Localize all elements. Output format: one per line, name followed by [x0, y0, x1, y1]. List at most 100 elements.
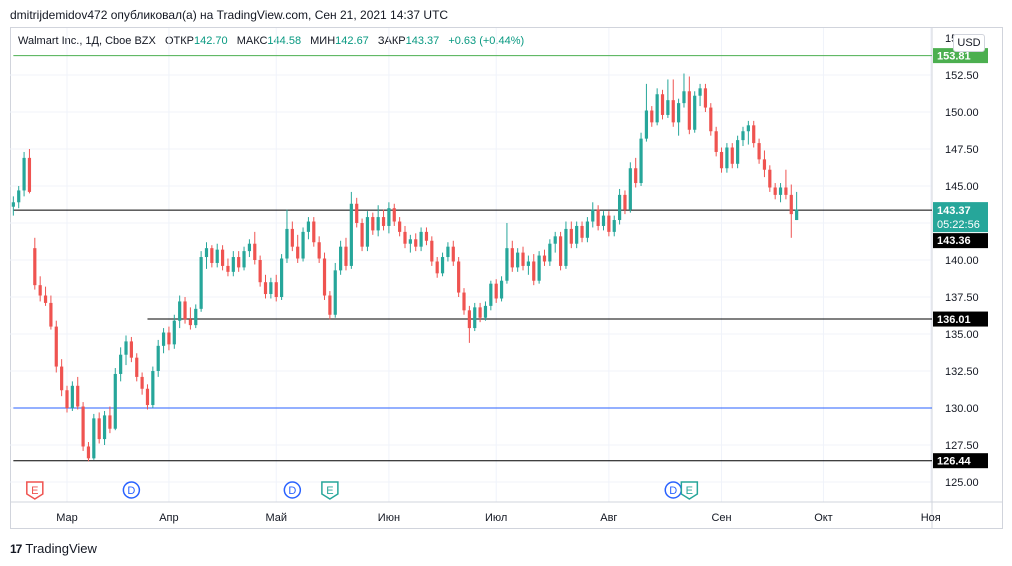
- y-tick-label: 132.50: [945, 366, 979, 378]
- bar-countdown-label: 05:22:56: [937, 219, 980, 231]
- candle-body: [317, 242, 321, 259]
- candle-body: [274, 282, 278, 297]
- candle-body: [719, 151, 724, 169]
- candle-body: [575, 225, 579, 244]
- currency-badge[interactable]: USD: [953, 34, 985, 52]
- candle-body: [65, 390, 69, 408]
- candle-body: [762, 159, 767, 170]
- candle-body: [263, 282, 268, 295]
- candle-body: [108, 415, 112, 429]
- candle-body: [161, 332, 166, 346]
- candle-body: [730, 147, 734, 164]
- candle-body: [580, 225, 584, 238]
- candle-body: [709, 107, 713, 132]
- y-tick-label: 130.00: [945, 403, 979, 415]
- candle-body: [247, 243, 252, 252]
- candle-body: [27, 157, 32, 192]
- candle-body: [467, 310, 471, 329]
- price-chart[interactable]: 125.00 127.50 130.00 132.50 135.00 137.50 140.…: [0, 0, 1012, 566]
- horizontal-lines-layer: [13, 55, 932, 462]
- candle-body: [258, 260, 262, 283]
- candle-body: [542, 255, 547, 262]
- candle-body: [119, 354, 123, 374]
- candle-body: [773, 187, 777, 195]
- candle-body: [414, 239, 418, 247]
- candle-body: [194, 308, 198, 326]
- x-tick-label: Апр: [159, 512, 178, 524]
- last-price-label: 143.37: [937, 205, 971, 217]
- candle-body: [237, 257, 241, 268]
- candle-body: [446, 246, 450, 258]
- event-letter: D: [288, 485, 296, 497]
- candle-body: [81, 406, 85, 447]
- y-tick-label: 127.50: [945, 440, 979, 452]
- candle-body: [167, 332, 171, 345]
- candle-body: [596, 209, 600, 226]
- candle-body: [70, 385, 74, 408]
- candle-body: [435, 261, 439, 274]
- brand-name: TradingView: [25, 541, 97, 556]
- candle-body: [145, 388, 150, 406]
- candle-body: [489, 283, 493, 306]
- candle-body: [301, 231, 305, 259]
- candle-body: [617, 194, 622, 221]
- candle-body: [462, 292, 466, 311]
- candle-body: [682, 91, 686, 104]
- candle-body: [532, 261, 536, 281]
- candle-body: [612, 220, 616, 232]
- candle-body: [623, 194, 627, 210]
- candle-body: [102, 415, 107, 440]
- candle-body: [290, 228, 294, 247]
- candle-body: [526, 261, 530, 266]
- candle-body: [365, 217, 370, 247]
- candle-body: [473, 307, 477, 329]
- candle-body: [607, 215, 611, 232]
- x-tick-label: Ноя: [921, 512, 941, 524]
- candle-body: [725, 147, 729, 169]
- candle-body: [628, 168, 632, 210]
- candle-body: [736, 140, 740, 164]
- candle-body: [178, 301, 182, 321]
- candle-body: [97, 418, 101, 440]
- candle-body: [505, 248, 509, 281]
- candle-body: [553, 236, 557, 244]
- candle-body: [639, 138, 643, 184]
- candle-body: [339, 246, 343, 271]
- candle-body: [215, 249, 219, 263]
- candle-body: [655, 94, 659, 123]
- y-tick-label: 140.00: [945, 255, 979, 267]
- y-tick-label: 147.50: [945, 144, 979, 156]
- candle-body: [408, 239, 412, 244]
- candle-body: [344, 246, 348, 266]
- candle-body: [183, 301, 187, 320]
- candle-body: [376, 217, 380, 231]
- line-price-label: 126.44: [937, 456, 972, 468]
- x-tick-label: Окт: [814, 512, 833, 524]
- price-axis: 125.00 127.50 130.00 132.50 135.00 137.50 140.…: [945, 33, 979, 489]
- candle-body: [392, 208, 396, 222]
- candle-body: [698, 88, 702, 96]
- candle-body: [666, 100, 670, 115]
- y-tick-label: 125.00: [945, 477, 979, 489]
- candle-body: [795, 209, 799, 221]
- candle-body: [60, 366, 64, 391]
- candle-body: [306, 221, 311, 232]
- event-letter: E: [326, 485, 333, 497]
- candle-body: [457, 261, 461, 293]
- x-tick-label: Июл: [485, 512, 507, 524]
- candle-body: [43, 295, 48, 303]
- candle-body: [156, 345, 160, 371]
- candle-body: [671, 100, 675, 123]
- candle-body: [483, 305, 488, 318]
- candle-body: [322, 258, 327, 296]
- x-tick-label: Мар: [56, 512, 78, 524]
- x-tick-label: Июн: [378, 512, 400, 524]
- event-letter: D: [127, 485, 135, 497]
- footer-brand[interactable]: 17 TradingView: [10, 541, 97, 556]
- y-tick-label: 152.50: [945, 70, 979, 82]
- candle-body: [499, 280, 504, 299]
- line-price-label: 153.81: [937, 51, 971, 63]
- drawn-line-label: 143.36: [937, 235, 971, 247]
- candle-body: [76, 385, 80, 407]
- candle-body: [38, 285, 42, 296]
